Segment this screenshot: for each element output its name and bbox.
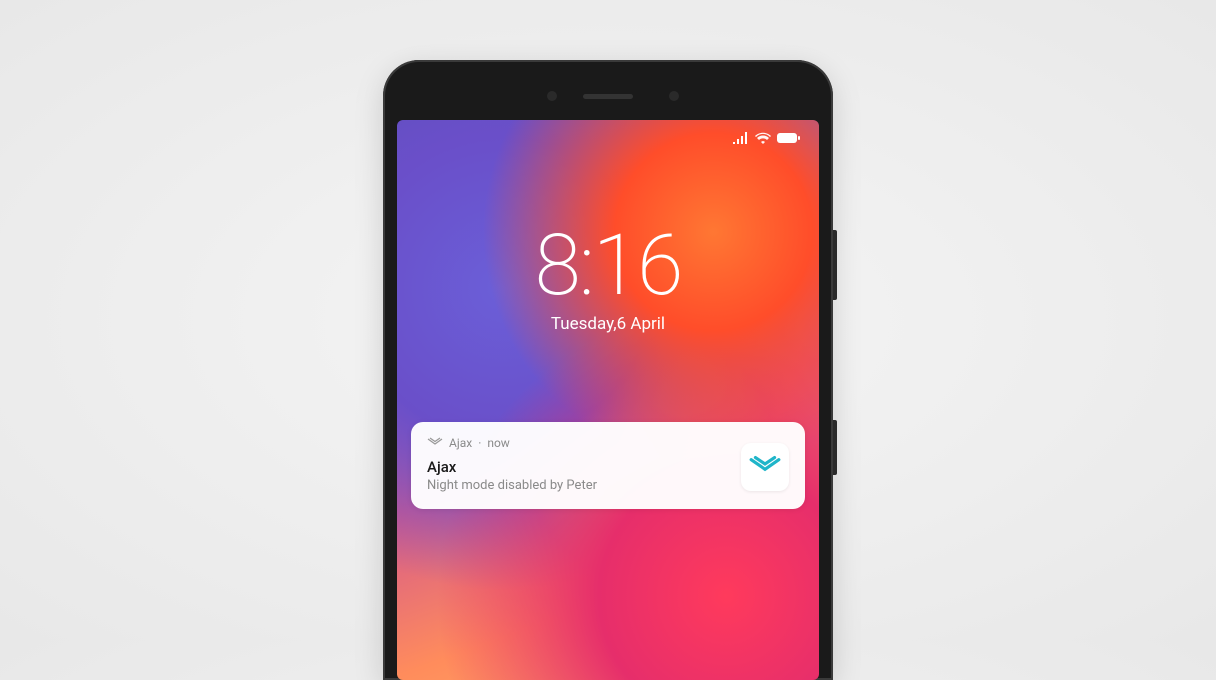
phone-frame: 8:16 Tuesday,6 April Ajax · now Ajax Nig… [383, 60, 833, 680]
lock-screen-date: Tuesday,6 April [397, 314, 819, 334]
notification-body: Ajax Night mode disabled by Peter [427, 458, 789, 493]
notification-message: Night mode disabled by Peter [427, 478, 729, 493]
notification-app-large-icon [741, 443, 789, 491]
ajax-large-icon [748, 454, 782, 480]
notification-app-name: Ajax [449, 436, 472, 450]
sensor-dot-icon [669, 91, 679, 101]
battery-icon [777, 132, 801, 144]
lock-screen-time: 8:16 [397, 224, 819, 308]
signal-icon [733, 132, 749, 144]
status-bar [397, 120, 819, 156]
notification-text: Ajax Night mode disabled by Peter [427, 458, 729, 493]
notification-title: Ajax [427, 458, 729, 476]
wifi-icon [755, 132, 771, 144]
ajax-small-icon [427, 436, 443, 450]
phone-screen: 8:16 Tuesday,6 April Ajax · now Ajax Nig… [397, 120, 819, 680]
lock-screen-header: 8:16 Tuesday,6 April [397, 224, 819, 334]
volume-button [833, 230, 837, 300]
notification-timestamp: now [487, 436, 510, 450]
phone-top-bezel [397, 72, 819, 120]
earpiece-speaker [583, 94, 633, 99]
notification-card[interactable]: Ajax · now Ajax Night mode disabled by P… [411, 422, 805, 509]
notification-header: Ajax · now [427, 436, 789, 450]
notification-separator: · [478, 436, 481, 450]
front-camera-icon [547, 91, 557, 101]
power-button [833, 420, 837, 475]
